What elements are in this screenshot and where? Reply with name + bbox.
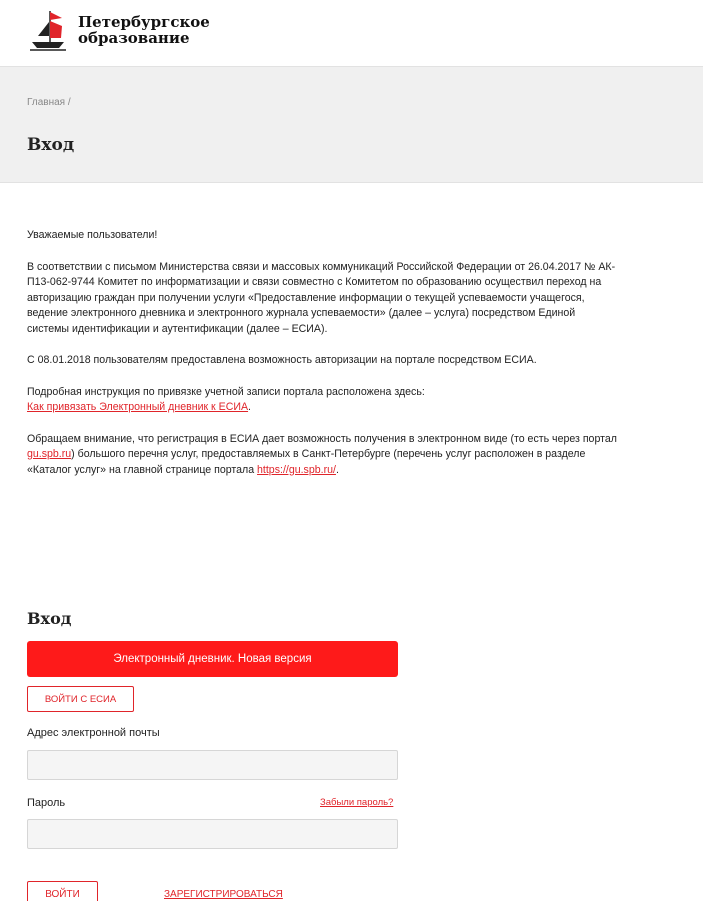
page-title: Вход <box>27 135 75 155</box>
logo-line-2: образование <box>78 29 190 47</box>
email-field[interactable] <box>27 750 398 780</box>
password-label: Пароль <box>27 797 66 809</box>
esia-login-button[interactable]: ВОЙТИ С ЕСИА <box>27 686 134 712</box>
notice-end: . <box>335 463 339 476</box>
register-link[interactable]: ЗАРЕГИСТРИРОВАТЬСЯ <box>164 889 283 900</box>
info-content: Уважаемые пользователи! В соответствии с… <box>27 228 617 494</box>
email-label: Адрес электронной почты <box>27 727 160 739</box>
forgot-password-link[interactable]: Забыли пароль? <box>320 797 393 808</box>
logo-line-1: Петербургское <box>78 13 210 31</box>
info-paragraph-4: Обращаем внимание, что регистрация в ЕСИ… <box>27 432 617 479</box>
login-section-title: Вход <box>27 609 72 628</box>
new-diary-button[interactable]: Электронный дневник. Новая версия <box>27 641 398 677</box>
ship-icon[interactable] <box>28 8 68 52</box>
site-logo-text[interactable]: Петербургское образование <box>78 14 210 46</box>
password-field[interactable] <box>27 819 398 849</box>
instruction-end: . <box>248 401 251 413</box>
info-paragraph-2: С 08.01.2018 пользователям предоставлена… <box>27 354 537 366</box>
instruction-text: Подробная инструкция по привязке учетной… <box>27 385 425 398</box>
site-header: Петербургское образование <box>0 0 703 66</box>
esia-instruction-link[interactable]: Как привязать Электронный дневник к ЕСИА <box>27 401 248 413</box>
greeting-text: Уважаемые пользователи! <box>27 229 158 241</box>
info-paragraph-1: В соответствии с письмом Министерства св… <box>27 260 616 335</box>
gu-spb-portal-link[interactable]: https://gu.spb.ru/ <box>257 464 336 476</box>
notice-text-a: Обращаем внимание, что регистрация в ЕСИ… <box>27 432 617 445</box>
breadcrumb[interactable]: Главная / <box>27 97 71 108</box>
page-banner: Главная / Вход <box>0 66 703 183</box>
gu-spb-link[interactable]: gu.spb.ru <box>27 448 71 460</box>
info-paragraph-3: Подробная инструкция по привязке учетной… <box>27 385 617 416</box>
login-button[interactable]: ВОЙТИ <box>27 881 98 901</box>
